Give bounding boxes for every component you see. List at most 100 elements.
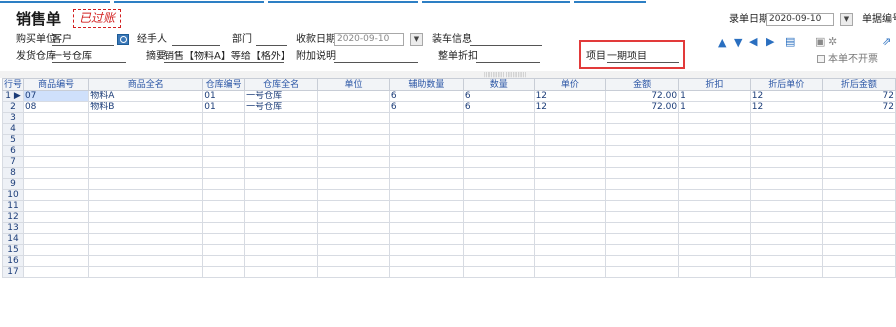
cell-warehouse-name[interactable]: 一号仓库 [244,101,319,113]
empty-cell[interactable] [533,233,607,245]
column-header[interactable]: 行号 [2,78,24,91]
empty-cell[interactable] [202,200,246,212]
empty-cell[interactable] [88,189,204,201]
empty-cell[interactable] [462,156,535,168]
table-row[interactable]: 2 08 物料B 01 一号仓库 6 6 12 72.00 1 12 72 [2,101,896,113]
settings-icon[interactable]: ✲ [828,36,837,47]
empty-cell[interactable] [22,145,90,157]
empty-cell[interactable] [462,255,535,267]
cell-warehouse-name[interactable]: 一号仓库 [244,90,319,102]
table-row[interactable]: 4 [2,123,896,135]
empty-cell[interactable] [202,189,246,201]
empty-cell[interactable] [88,112,204,124]
cell-price[interactable]: 12 [533,101,607,113]
empty-cell[interactable] [678,112,751,124]
not-invoiced-checkbox[interactable] [817,55,825,63]
summary-field[interactable]: 销售【物料A】等给【格外】: [164,51,284,63]
empty-cell[interactable] [678,145,751,157]
empty-cell[interactable] [317,178,390,190]
empty-cell[interactable] [821,123,896,135]
table-row[interactable]: 9 [2,178,896,190]
empty-cell[interactable] [22,134,90,146]
empty-cell[interactable] [749,112,823,124]
cell-unit[interactable] [317,90,390,102]
empty-cell[interactable] [533,255,607,267]
table-row[interactable]: 14 [2,233,896,245]
empty-cell[interactable] [462,145,535,157]
buyer-field[interactable]: 客户 [52,34,114,46]
empty-cell[interactable] [202,266,246,278]
empty-cell[interactable] [462,178,535,190]
empty-cell[interactable] [533,134,607,146]
empty-cell[interactable] [244,266,319,278]
empty-cell[interactable] [821,244,896,256]
empty-cell[interactable] [605,123,680,135]
empty-cell[interactable] [317,134,390,146]
empty-cell[interactable] [22,156,90,168]
empty-cell[interactable] [821,222,896,234]
empty-cell[interactable] [317,266,390,278]
warehouse-field[interactable]: 一号仓库 [52,51,126,63]
empty-cell[interactable] [605,134,680,146]
arrow-left-icon[interactable]: ◀ [749,36,757,47]
record-date-field[interactable]: 2020-09-10 [766,13,834,26]
cell-discount[interactable]: 1 [678,101,751,113]
empty-cell[interactable] [88,222,204,234]
cell-aux-qty[interactable]: 6 [388,90,464,102]
panel-splitter[interactable]: |||||||||||| |||||||||||| [0,71,896,78]
empty-cell[interactable] [749,156,823,168]
empty-cell[interactable] [244,189,319,201]
empty-cell[interactable] [88,123,204,135]
empty-cell[interactable] [678,244,751,256]
empty-cell[interactable] [22,255,90,267]
column-header[interactable]: 折后单价 [749,78,823,91]
empty-cell[interactable] [317,145,390,157]
empty-cell[interactable] [605,233,680,245]
cell-qty[interactable]: 6 [462,101,535,113]
empty-cell[interactable] [388,167,464,179]
empty-cell[interactable] [605,112,680,124]
empty-cell[interactable] [88,266,204,278]
empty-cell[interactable] [22,178,90,190]
empty-cell[interactable] [678,178,751,190]
empty-cell[interactable] [22,211,90,223]
empty-cell[interactable] [388,145,464,157]
cell-product-code[interactable]: 08 [22,101,90,113]
empty-cell[interactable] [821,134,896,146]
arrow-right-icon[interactable]: ▶ [766,36,774,47]
empty-cell[interactable] [88,244,204,256]
collect-date-field[interactable]: 2020-09-10 [334,33,404,46]
empty-cell[interactable] [821,266,896,278]
empty-cell[interactable] [462,266,535,278]
empty-cell[interactable] [202,222,246,234]
empty-cell[interactable] [388,189,464,201]
cell-amount[interactable]: 72.00 [605,90,680,102]
empty-cell[interactable] [605,145,680,157]
empty-cell[interactable] [388,156,464,168]
column-header[interactable]: 辅助数量 [388,78,464,91]
empty-cell[interactable] [22,244,90,256]
dept-field[interactable] [256,34,287,46]
empty-cell[interactable] [244,167,319,179]
cell-aux-qty[interactable]: 6 [388,101,464,113]
empty-cell[interactable] [317,255,390,267]
project-field[interactable]: 一期项目 [607,51,679,63]
column-header[interactable]: 数量 [462,78,535,91]
empty-cell[interactable] [533,145,607,157]
empty-cell[interactable] [202,233,246,245]
empty-cell[interactable] [605,266,680,278]
table-row[interactable]: 3 [2,112,896,124]
empty-cell[interactable] [462,189,535,201]
empty-cell[interactable] [88,200,204,212]
empty-cell[interactable] [317,200,390,212]
empty-cell[interactable] [533,266,607,278]
empty-cell[interactable] [317,156,390,168]
empty-cell[interactable] [821,255,896,267]
print-icon[interactable]: ▣ [815,36,825,47]
empty-cell[interactable] [605,156,680,168]
table-row[interactable]: 17 [2,266,896,278]
table-row[interactable]: 16 [2,255,896,267]
empty-cell[interactable] [678,156,751,168]
empty-cell[interactable] [749,266,823,278]
empty-cell[interactable] [749,145,823,157]
